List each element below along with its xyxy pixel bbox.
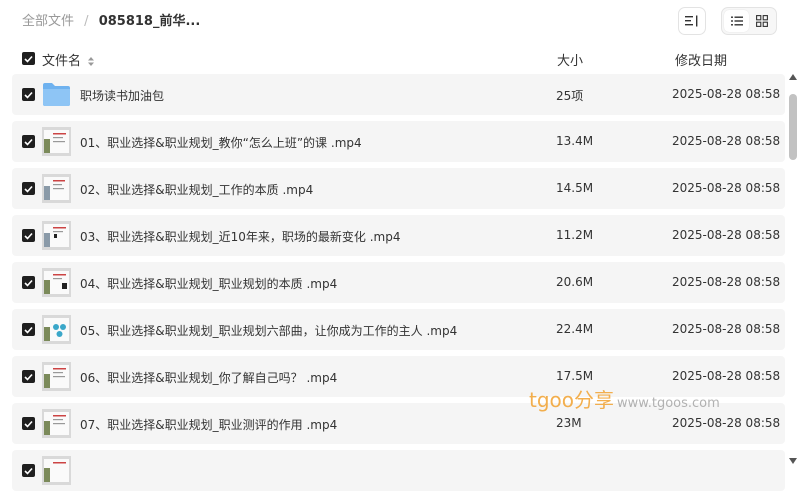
row-checkbox[interactable] [22,370,35,383]
file-size: 23M [556,416,582,430]
file-list: 职场读书加油包 25项 2025-08-28 08:58 01、职业选择&职业规… [12,74,785,497]
select-all-checkbox[interactable] [22,52,35,65]
file-date: 2025-08-28 08:58 [672,322,781,336]
file-size: 11.2M [556,228,594,242]
file-date: 2025-08-28 08:58 [672,181,781,195]
list-item[interactable]: 01、职业选择&职业规划_教你“怎么上班”的课 .mp4 13.4M 2025-… [12,121,785,162]
row-checkbox[interactable] [22,276,35,289]
table-header: 文件名 大小 修改日期 [0,48,788,70]
sort-order-button[interactable] [678,7,706,35]
sort-caret-icon [88,57,95,66]
video-thumbnail-icon [42,456,71,485]
file-name[interactable]: 02、职业选择&职业规划_工作的本质 .mp4 [80,181,313,198]
video-thumbnail-icon [42,221,71,250]
check-icon [24,326,33,334]
file-name[interactable]: 06、职业选择&职业规划_你了解自己吗？ .mp4 [80,369,337,386]
list-view-button[interactable] [724,10,749,32]
row-checkbox[interactable] [22,229,35,242]
column-header-size[interactable]: 大小 [557,50,583,69]
check-icon [24,185,33,193]
file-size: 13.4M [556,134,594,148]
file-date: 2025-08-28 08:58 [672,416,781,430]
watermark-url: www.tgoos.com [617,396,720,411]
video-thumbnail-icon [42,362,71,391]
video-thumbnail-icon [42,315,71,344]
check-icon [24,279,33,287]
column-header-name-label: 文件名 [42,54,82,69]
list-item[interactable]: 05、职业选择&职业规划_职业规划六部曲，让你成为工作的主人 .mp4 22.4… [12,309,785,350]
column-header-date[interactable]: 修改日期 [675,50,727,69]
file-size: 25项 [556,89,584,103]
vertical-scrollbar[interactable] [788,74,798,470]
list-item[interactable]: 04、职业选择&职业规划_职业规划的本质 .mp4 20.6M 2025-08-… [12,262,785,303]
file-size: 22.4M [556,322,594,336]
row-checkbox[interactable] [22,464,35,477]
column-header-name[interactable]: 文件名 [42,50,95,69]
check-icon [24,373,33,381]
check-icon [24,467,33,475]
watermark-brand: tgoo [529,388,575,412]
row-checkbox[interactable] [22,182,35,195]
file-size: 17.5M [556,369,594,383]
file-name[interactable]: 03、职业选择&职业规划_近10年来，职场的最新变化 .mp4 [80,228,400,245]
breadcrumb-separator: / [84,14,89,29]
file-date: 2025-08-28 08:58 [672,275,781,289]
row-checkbox[interactable] [22,88,35,101]
scroll-down-arrow-icon[interactable] [789,458,797,464]
view-mode-toggle [721,7,777,35]
list-item[interactable]: 03、职业选择&职业规划_近10年来，职场的最新变化 .mp4 11.2M 20… [12,215,785,256]
watermark-share: 分享 [574,388,615,412]
video-thumbnail-icon [42,174,71,203]
video-thumbnail-icon [42,409,71,438]
scroll-up-arrow-icon[interactable] [789,74,797,80]
file-date: 2025-08-28 08:58 [672,134,781,148]
breadcrumb-current: 085818_前华... [98,14,201,29]
file-date: 2025-08-28 08:58 [672,369,781,383]
file-name[interactable]: 07、职业选择&职业规划_职业测评的作用 .mp4 [80,416,337,433]
list-item[interactable]: 职场读书加油包 25项 2025-08-28 08:58 [12,74,785,115]
scrollbar-thumb[interactable] [789,94,797,160]
check-icon [24,55,33,63]
check-icon [24,138,33,146]
check-icon [24,232,33,240]
list-item[interactable] [12,450,785,491]
grid-icon [755,15,768,27]
check-icon [24,91,33,99]
row-checkbox[interactable] [22,323,35,336]
watermark: tgoo分享 www.tgoos.com [529,384,720,413]
file-size: 20.6M [556,275,594,289]
check-icon [24,420,33,428]
file-name[interactable]: 04、职业选择&职业规划_职业规划的本质 .mp4 [80,275,337,292]
row-checkbox[interactable] [22,417,35,430]
file-size: 14.5M [556,181,594,195]
folder-icon [43,83,70,106]
file-date: 2025-08-28 08:58 [672,228,781,242]
breadcrumb-root[interactable]: 全部文件 [22,14,74,29]
list-icon [730,16,743,26]
video-thumbnail-icon [42,127,71,156]
list-item[interactable]: 02、职业选择&职业规划_工作的本质 .mp4 14.5M 2025-08-28… [12,168,785,209]
file-date: 2025-08-28 08:58 [672,87,781,101]
row-checkbox[interactable] [22,135,35,148]
grid-view-button[interactable] [749,10,774,32]
video-thumbnail-icon [42,268,71,297]
breadcrumb: 全部文件 / 085818_前华... [22,13,200,31]
file-name[interactable]: 职场读书加油包 [80,87,164,104]
sort-lines-icon [685,15,698,27]
file-name[interactable]: 05、职业选择&职业规划_职业规划六部曲，让你成为工作的主人 .mp4 [80,322,457,339]
file-name[interactable]: 01、职业选择&职业规划_教你“怎么上班”的课 .mp4 [80,134,362,151]
